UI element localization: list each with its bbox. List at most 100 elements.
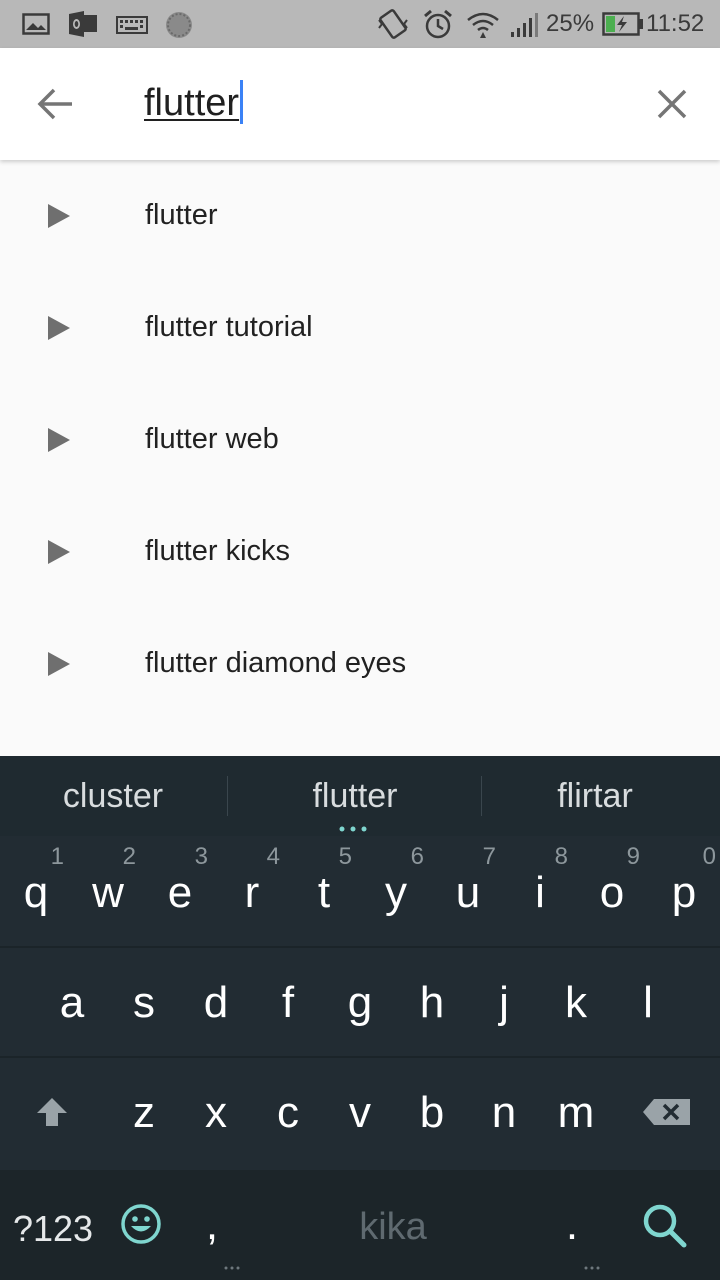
search-header: flutter — [0, 48, 720, 160]
key-label: x — [205, 1088, 227, 1137]
battery-charging-icon — [602, 12, 643, 36]
key-label: i — [535, 868, 545, 917]
key-label: u — [455, 868, 481, 917]
key-label: j — [499, 978, 509, 1027]
more-candidates-icon[interactable] — [338, 826, 368, 832]
suggestion-item[interactable]: flutter tutorial — [0, 272, 720, 384]
play-icon — [48, 428, 70, 452]
key-label: k — [565, 978, 587, 1027]
key-p[interactable]: 0p — [648, 838, 720, 948]
key-r[interactable]: 4r — [216, 838, 288, 948]
key-d[interactable]: d — [180, 948, 252, 1058]
key-label: . — [565, 1200, 579, 1249]
key-w[interactable]: 2w — [72, 838, 144, 948]
key-label: ?123 — [12, 1208, 94, 1249]
key-j[interactable]: j — [468, 948, 540, 1058]
key-l[interactable]: l — [612, 948, 684, 1058]
comma-key[interactable]: , — [180, 1170, 244, 1280]
key-hint: 6 — [410, 843, 424, 870]
search-input[interactable]: flutter — [144, 80, 244, 126]
key-s[interactable]: s — [108, 948, 180, 1058]
key-g[interactable]: g — [324, 948, 396, 1058]
backspace-key[interactable] — [632, 1058, 704, 1168]
candidate-word[interactable]: flutter — [254, 776, 456, 816]
backspace-icon — [643, 1099, 690, 1125]
key-row-1: 1q 2w 3e 4r 5t 6y 7u 8i 9o 0p — [0, 838, 720, 948]
key-n[interactable]: n — [468, 1058, 540, 1168]
key-o[interactable]: 9o — [576, 838, 648, 948]
key-label: y — [385, 868, 407, 917]
key-label: t — [317, 868, 331, 917]
suggestion-list: flutter flutter tutorial flutter web flu… — [0, 160, 720, 756]
back-button[interactable] — [28, 78, 84, 130]
key-label: o — [599, 868, 625, 917]
key-hint: 3 — [194, 843, 208, 870]
key-c[interactable]: c — [252, 1058, 324, 1168]
suggestion-label: flutter tutorial — [145, 311, 313, 343]
key-label: v — [349, 1088, 371, 1137]
key-k[interactable]: k — [540, 948, 612, 1058]
key-label: a — [59, 978, 85, 1027]
key-label: f — [281, 978, 295, 1027]
key-t[interactable]: 5t — [288, 838, 360, 948]
close-icon — [657, 89, 687, 119]
key-y[interactable]: 6y — [360, 838, 432, 948]
candidate-word[interactable]: cluster — [12, 776, 214, 816]
candidate-word[interactable]: flirtar — [494, 776, 696, 816]
candidate-divider — [227, 776, 228, 816]
key-label: l — [643, 978, 653, 1027]
suggestion-label: flutter web — [145, 423, 279, 455]
suggestion-item[interactable]: flutter web — [0, 384, 720, 496]
emoji-icon — [121, 1204, 161, 1244]
key-z[interactable]: z — [108, 1058, 180, 1168]
key-h[interactable]: h — [396, 948, 468, 1058]
key-b[interactable]: b — [396, 1058, 468, 1168]
key-u[interactable]: 7u — [432, 838, 504, 948]
suggestion-item[interactable]: flutter — [0, 160, 720, 272]
key-hint: 9 — [626, 843, 640, 870]
key-label: e — [167, 868, 193, 917]
vibrate-icon — [378, 9, 408, 39]
emoji-key[interactable] — [106, 1170, 176, 1280]
key-hint: 1 — [50, 843, 64, 870]
suggestion-item[interactable]: flutter kicks — [0, 496, 720, 608]
key-a[interactable]: a — [36, 948, 108, 1058]
more-symbols-hint-icon — [584, 1266, 600, 1270]
suggestion-item[interactable]: flutter diamond eyes — [0, 608, 720, 720]
soft-keyboard: cluster flutter flirtar 1q 2w 3e 4r 5t 6… — [0, 756, 720, 1280]
key-label: g — [347, 978, 373, 1027]
clear-search-button[interactable] — [648, 80, 696, 128]
key-label: q — [23, 868, 49, 917]
key-f[interactable]: f — [252, 948, 324, 1058]
key-label: w — [92, 868, 124, 917]
key-i[interactable]: 8i — [504, 838, 576, 948]
search-query: flutter — [144, 82, 240, 124]
candidate-divider — [481, 776, 482, 816]
space-key[interactable]: kika — [248, 1170, 538, 1280]
candidate-bar: cluster flutter flirtar — [0, 756, 720, 836]
arrow-left-icon — [37, 88, 72, 120]
play-icon — [48, 540, 70, 564]
image-icon — [22, 13, 50, 35]
key-hint: 8 — [554, 843, 568, 870]
keyboard-icon — [116, 16, 148, 34]
key-label: b — [419, 1088, 445, 1137]
key-e[interactable]: 3e — [144, 838, 216, 948]
key-x[interactable]: x — [180, 1058, 252, 1168]
key-label: c — [277, 1088, 299, 1137]
period-key[interactable]: . — [540, 1170, 604, 1280]
key-q[interactable]: 1q — [0, 838, 72, 948]
key-m[interactable]: m — [540, 1058, 612, 1168]
play-icon — [48, 204, 70, 228]
status-bar: 25% 11:52 — [0, 0, 720, 48]
shift-key[interactable] — [16, 1058, 88, 1168]
signal-icon — [511, 13, 538, 37]
shift-icon — [37, 1098, 67, 1126]
key-label: r — [244, 868, 260, 917]
key-label: n — [491, 1088, 517, 1137]
symbols-key[interactable]: ?123 — [0, 1170, 106, 1280]
search-key[interactable] — [620, 1170, 710, 1280]
key-hint: 2 — [122, 843, 136, 870]
key-v[interactable]: v — [324, 1058, 396, 1168]
key-label: s — [133, 978, 155, 1027]
